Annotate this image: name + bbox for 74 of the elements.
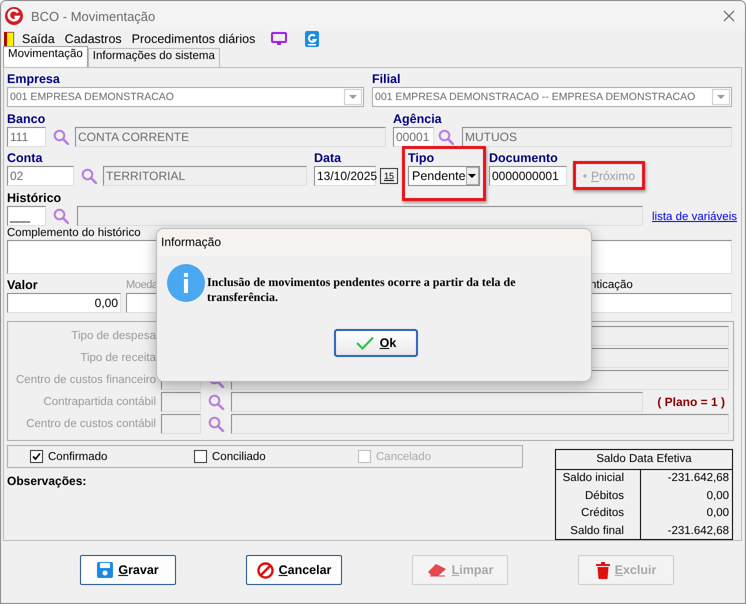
amount-field[interactable]: 0,00: [7, 293, 121, 313]
field-label: Tipo: [408, 150, 436, 166]
document-field[interactable]: 0000000001: [489, 166, 567, 186]
account-name-field: TERRITORIAL: [103, 166, 307, 186]
tab[interactable]: Informações do sistema: [88, 48, 220, 67]
menu-item[interactable]: Saída: [20, 32, 57, 46]
ok-button[interactable]: Ok: [334, 329, 418, 357]
field-label: Contrapartida contábil: [42, 396, 156, 408]
dialog-message: Inclusão de movimentos pendentes ocorre a partir da tela de transferência.: [207, 275, 517, 305]
field-label: Filial: [372, 71, 402, 87]
close-icon[interactable]: [723, 10, 735, 22]
field-label: Valor: [7, 278, 39, 293]
table-cell: Débitos: [556, 488, 641, 505]
checkbox-label[interactable]: Confirmado: [48, 450, 108, 462]
authentication-field[interactable]: [590, 293, 732, 313]
search-icon[interactable]: [53, 208, 69, 224]
search-icon[interactable]: [53, 129, 69, 145]
search-icon[interactable]: [81, 168, 97, 184]
field-label: Documento: [489, 150, 559, 166]
monitor-icon[interactable]: [271, 32, 288, 46]
field-label: Banco: [7, 111, 46, 127]
bank-code-field[interactable]: 111: [7, 127, 46, 147]
calendar-button[interactable]: 15: [380, 168, 398, 184]
table-cell-text: -231.642,68: [666, 471, 730, 486]
field-label: Centro de custos financeiro: [15, 374, 156, 386]
tab[interactable]: Movimentação: [3, 46, 88, 67]
app-logo-icon: [5, 7, 23, 25]
window-title: BCO - Movimentação: [31, 8, 156, 24]
branch-dropdown[interactable]: 001 EMPRESA DEMONSTRACAO -- EMPRESA DEMONSTRACAO: [372, 87, 732, 107]
app-icon[interactable]: [305, 31, 320, 47]
checkbox[interactable]: [194, 450, 207, 463]
field-label: Histórico: [7, 190, 62, 206]
table-cell-text: 0,00: [706, 506, 730, 521]
table-cell-text: 0,00: [706, 488, 730, 504]
plan-note: ( Plano = 1 ): [657, 395, 725, 409]
code-field[interactable]: [161, 392, 201, 412]
field-label: Centro de custos contábil: [25, 418, 156, 430]
bank-name-field: CONTA CORRENTE: [75, 127, 386, 147]
field-label: Conta: [7, 150, 44, 166]
prohibited-icon: [256, 562, 274, 578]
company-dropdown[interactable]: 001 EMPRESA DEMONSTRACAO: [7, 87, 364, 107]
field-label: Tipo de receita: [79, 352, 156, 364]
eraser-icon: [426, 563, 447, 577]
menu-item[interactable]: Cadastros: [62, 32, 124, 46]
type-dropdown[interactable]: Pendente: [408, 166, 480, 186]
table-cell-text: -231.642,68: [666, 524, 730, 538]
menu-item[interactable]: Procedimentos diários: [130, 32, 258, 46]
notes-label: Observações:: [7, 474, 88, 488]
field-label: Agência: [393, 111, 443, 127]
account-code-field[interactable]: 02: [7, 166, 74, 186]
dialog-title: Informação: [157, 229, 591, 256]
save-button[interactable]: Gravar: [80, 555, 176, 585]
table-cell: Saldo final: [556, 522, 641, 540]
history-code-field[interactable]: ___: [7, 206, 46, 226]
table-cell: Créditos: [556, 505, 641, 522]
field-label: Complemento do histórico: [7, 226, 142, 240]
field-label: Data: [314, 150, 342, 166]
agency-code-field[interactable]: 00001: [393, 127, 434, 147]
variables-link[interactable]: lista de variáveis: [652, 211, 738, 223]
field-label: Tipo de despesa: [70, 330, 156, 342]
info-icon: [167, 264, 205, 302]
table-title: Saldo Data Efetiva: [556, 450, 732, 470]
code-field[interactable]: [161, 414, 201, 434]
door-icon[interactable]: [4, 32, 14, 46]
table-cell: Saldo inicial: [556, 470, 641, 488]
checkbox-label[interactable]: Conciliado: [212, 450, 266, 462]
trash-icon: [596, 562, 610, 578]
field-label: Empresa: [7, 71, 61, 87]
checkmark-icon: [356, 336, 374, 350]
agency-name-field: MUTUOS: [462, 127, 732, 147]
search-icon[interactable]: [438, 129, 454, 145]
cancel-button[interactable]: Cancelar: [246, 555, 342, 585]
checkbox[interactable]: [30, 450, 43, 463]
date-field[interactable]: 13/10/2025: [314, 166, 376, 186]
